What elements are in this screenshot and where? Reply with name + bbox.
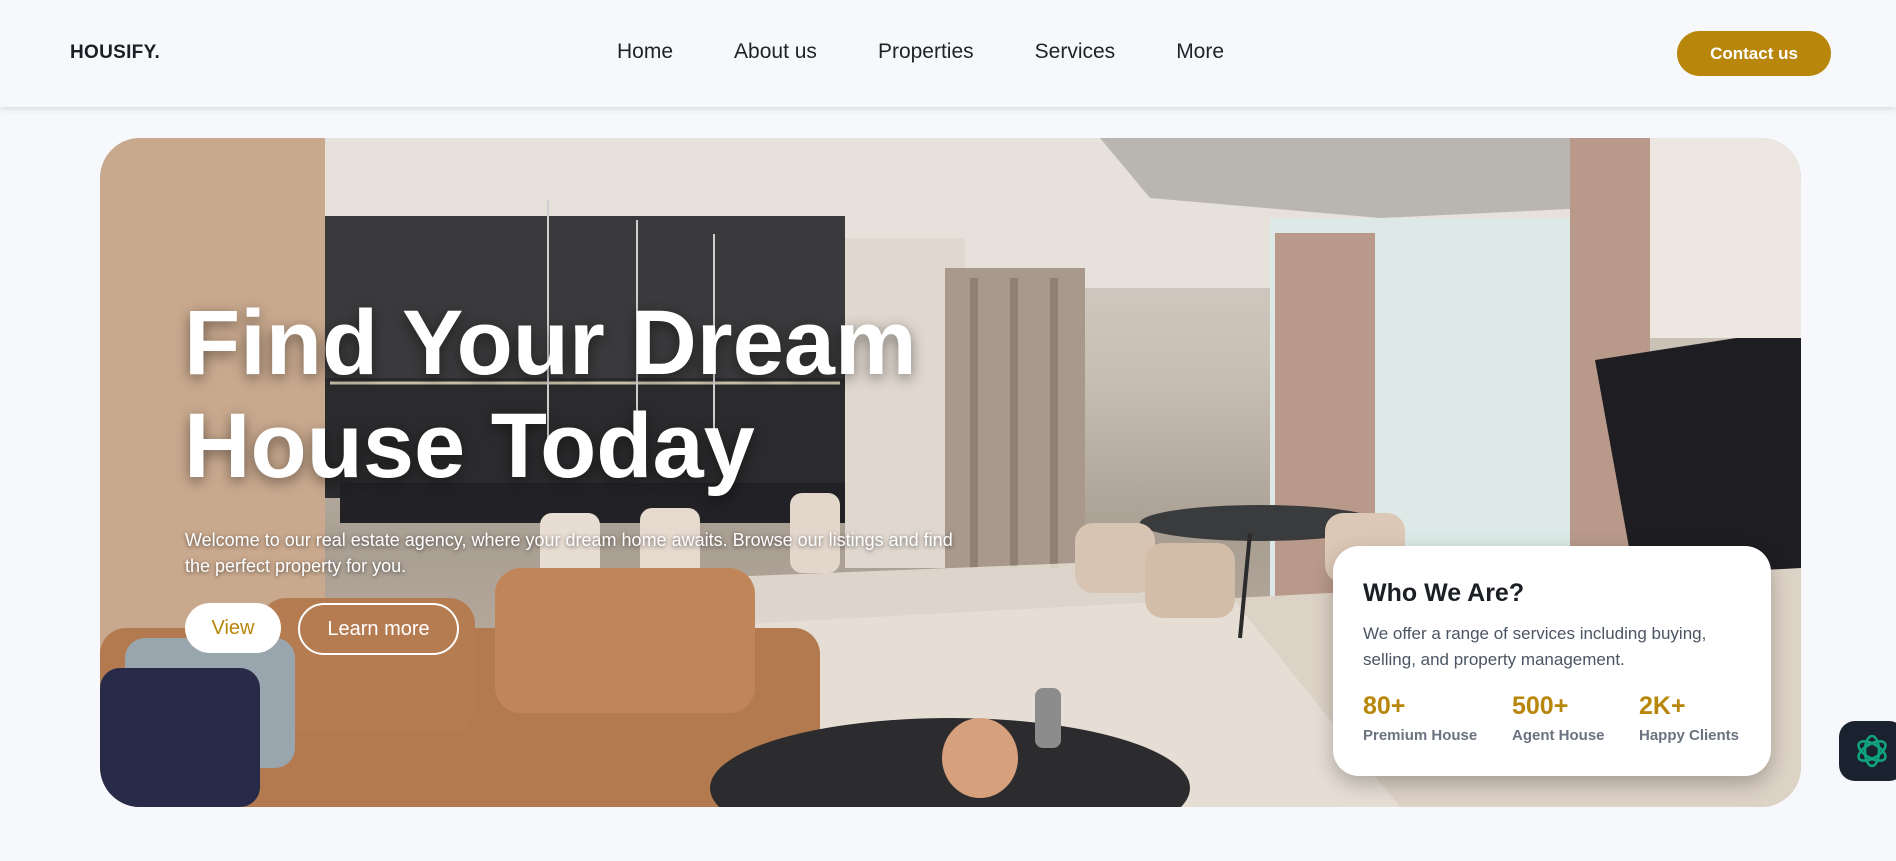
- nav-about-us[interactable]: About us: [734, 40, 817, 64]
- stat-premium-house: 80+ Premium House: [1363, 692, 1477, 744]
- view-button[interactable]: View: [185, 603, 281, 653]
- nav-home[interactable]: Home: [617, 40, 673, 64]
- stat-value: 500+: [1512, 692, 1569, 720]
- card-description: We offer a range of services including b…: [1363, 624, 1707, 669]
- main-nav: Home About us Properties Services More: [617, 40, 1285, 64]
- stat-label: Happy Clients: [1639, 727, 1740, 744]
- stat-label: Premium House: [1363, 727, 1478, 744]
- card-title: Who We Are?: [1363, 579, 1525, 607]
- site-header: HOUSIFY. Home About us Properties Servic…: [0, 0, 1896, 107]
- stat-happy-clients: 2K+ Happy Clients: [1639, 692, 1739, 744]
- chat-assistant-button[interactable]: [1839, 721, 1896, 781]
- stat-agent-house: 500+ Agent House: [1512, 692, 1605, 744]
- hero-title-line-2: House Today: [184, 395, 755, 497]
- nav-more[interactable]: More: [1176, 40, 1224, 64]
- learn-more-button[interactable]: Learn more: [298, 603, 459, 655]
- nav-services[interactable]: Services: [1035, 40, 1116, 64]
- stat-label: Agent House: [1512, 727, 1605, 744]
- hero-title: Find Your Dream House Today: [184, 292, 984, 498]
- stat-value: 80+: [1363, 692, 1406, 720]
- who-we-are-card: Who We Are? We offer a range of services…: [1333, 546, 1771, 776]
- stat-value: 2K+: [1639, 692, 1686, 720]
- hero-subtitle: Welcome to our real estate agency, where…: [185, 530, 953, 576]
- chat-assistant-icon: [1857, 734, 1887, 768]
- contact-us-button[interactable]: Contact us: [1677, 31, 1831, 76]
- hero-title-line-1: Find Your Dream: [184, 292, 917, 394]
- nav-properties[interactable]: Properties: [878, 40, 974, 64]
- logo[interactable]: HOUSIFY.: [70, 42, 160, 64]
